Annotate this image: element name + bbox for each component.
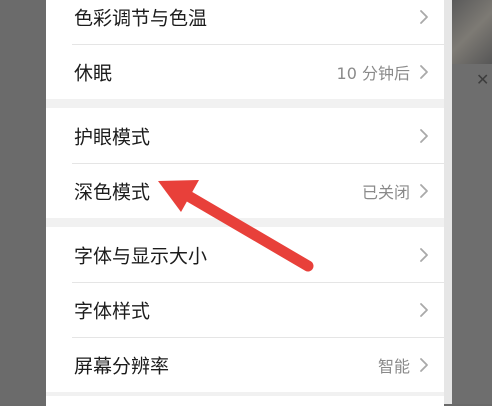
chevron-right-icon — [420, 128, 428, 143]
setting-row-color-temperature[interactable]: 色彩调节与色温 — [46, 0, 444, 44]
setting-value: 已关闭 — [361, 182, 410, 202]
settings-group-color: 色彩调节与色温 休眠 10 分钟后 — [46, 0, 444, 99]
setting-row-font-style[interactable]: 字体样式 — [46, 282, 444, 337]
setting-row-dark-mode[interactable]: 深色模式 已关闭 — [46, 163, 444, 218]
chevron-right-icon — [420, 64, 428, 79]
setting-value: 10 分钟后 — [336, 63, 410, 83]
settings-group-font: 字体与显示大小 字体样式 屏幕分辨率 智能 — [46, 227, 444, 392]
scrollbar[interactable] — [444, 0, 452, 404]
background-photo — [452, 0, 492, 64]
settings-group-next — [46, 396, 444, 406]
setting-row-resolution[interactable]: 屏幕分辨率 智能 — [46, 337, 444, 392]
chevron-right-icon — [420, 247, 428, 262]
background-close-icon: ✕ — [476, 70, 490, 89]
background-dimmed-right: ✕ — [452, 0, 492, 404]
chevron-right-icon — [420, 183, 428, 198]
setting-row-font-size[interactable]: 字体与显示大小 — [46, 227, 444, 282]
setting-label: 字体与显示大小 — [74, 245, 208, 267]
settings-panel: 色彩调节与色温 休眠 10 分钟后 护眼模式 深色模式 已关闭 字体与显示大小 … — [46, 0, 452, 406]
setting-label: 深色模式 — [74, 181, 151, 203]
chevron-right-icon — [420, 302, 428, 317]
chevron-right-icon — [420, 357, 428, 372]
setting-value: 智能 — [377, 356, 410, 376]
setting-label: 休眠 — [74, 62, 113, 84]
setting-row-eye-comfort[interactable]: 护眼模式 — [46, 108, 444, 163]
setting-label: 护眼模式 — [74, 126, 151, 148]
chevron-right-icon — [420, 9, 428, 24]
setting-label: 屏幕分辨率 — [74, 355, 170, 377]
setting-row-sleep[interactable]: 休眠 10 分钟后 — [46, 44, 444, 99]
setting-label: 色彩调节与色温 — [74, 7, 208, 29]
setting-label: 字体样式 — [74, 300, 151, 322]
settings-group-eye: 护眼模式 深色模式 已关闭 — [46, 108, 444, 218]
background-dimmed-left — [0, 0, 46, 404]
